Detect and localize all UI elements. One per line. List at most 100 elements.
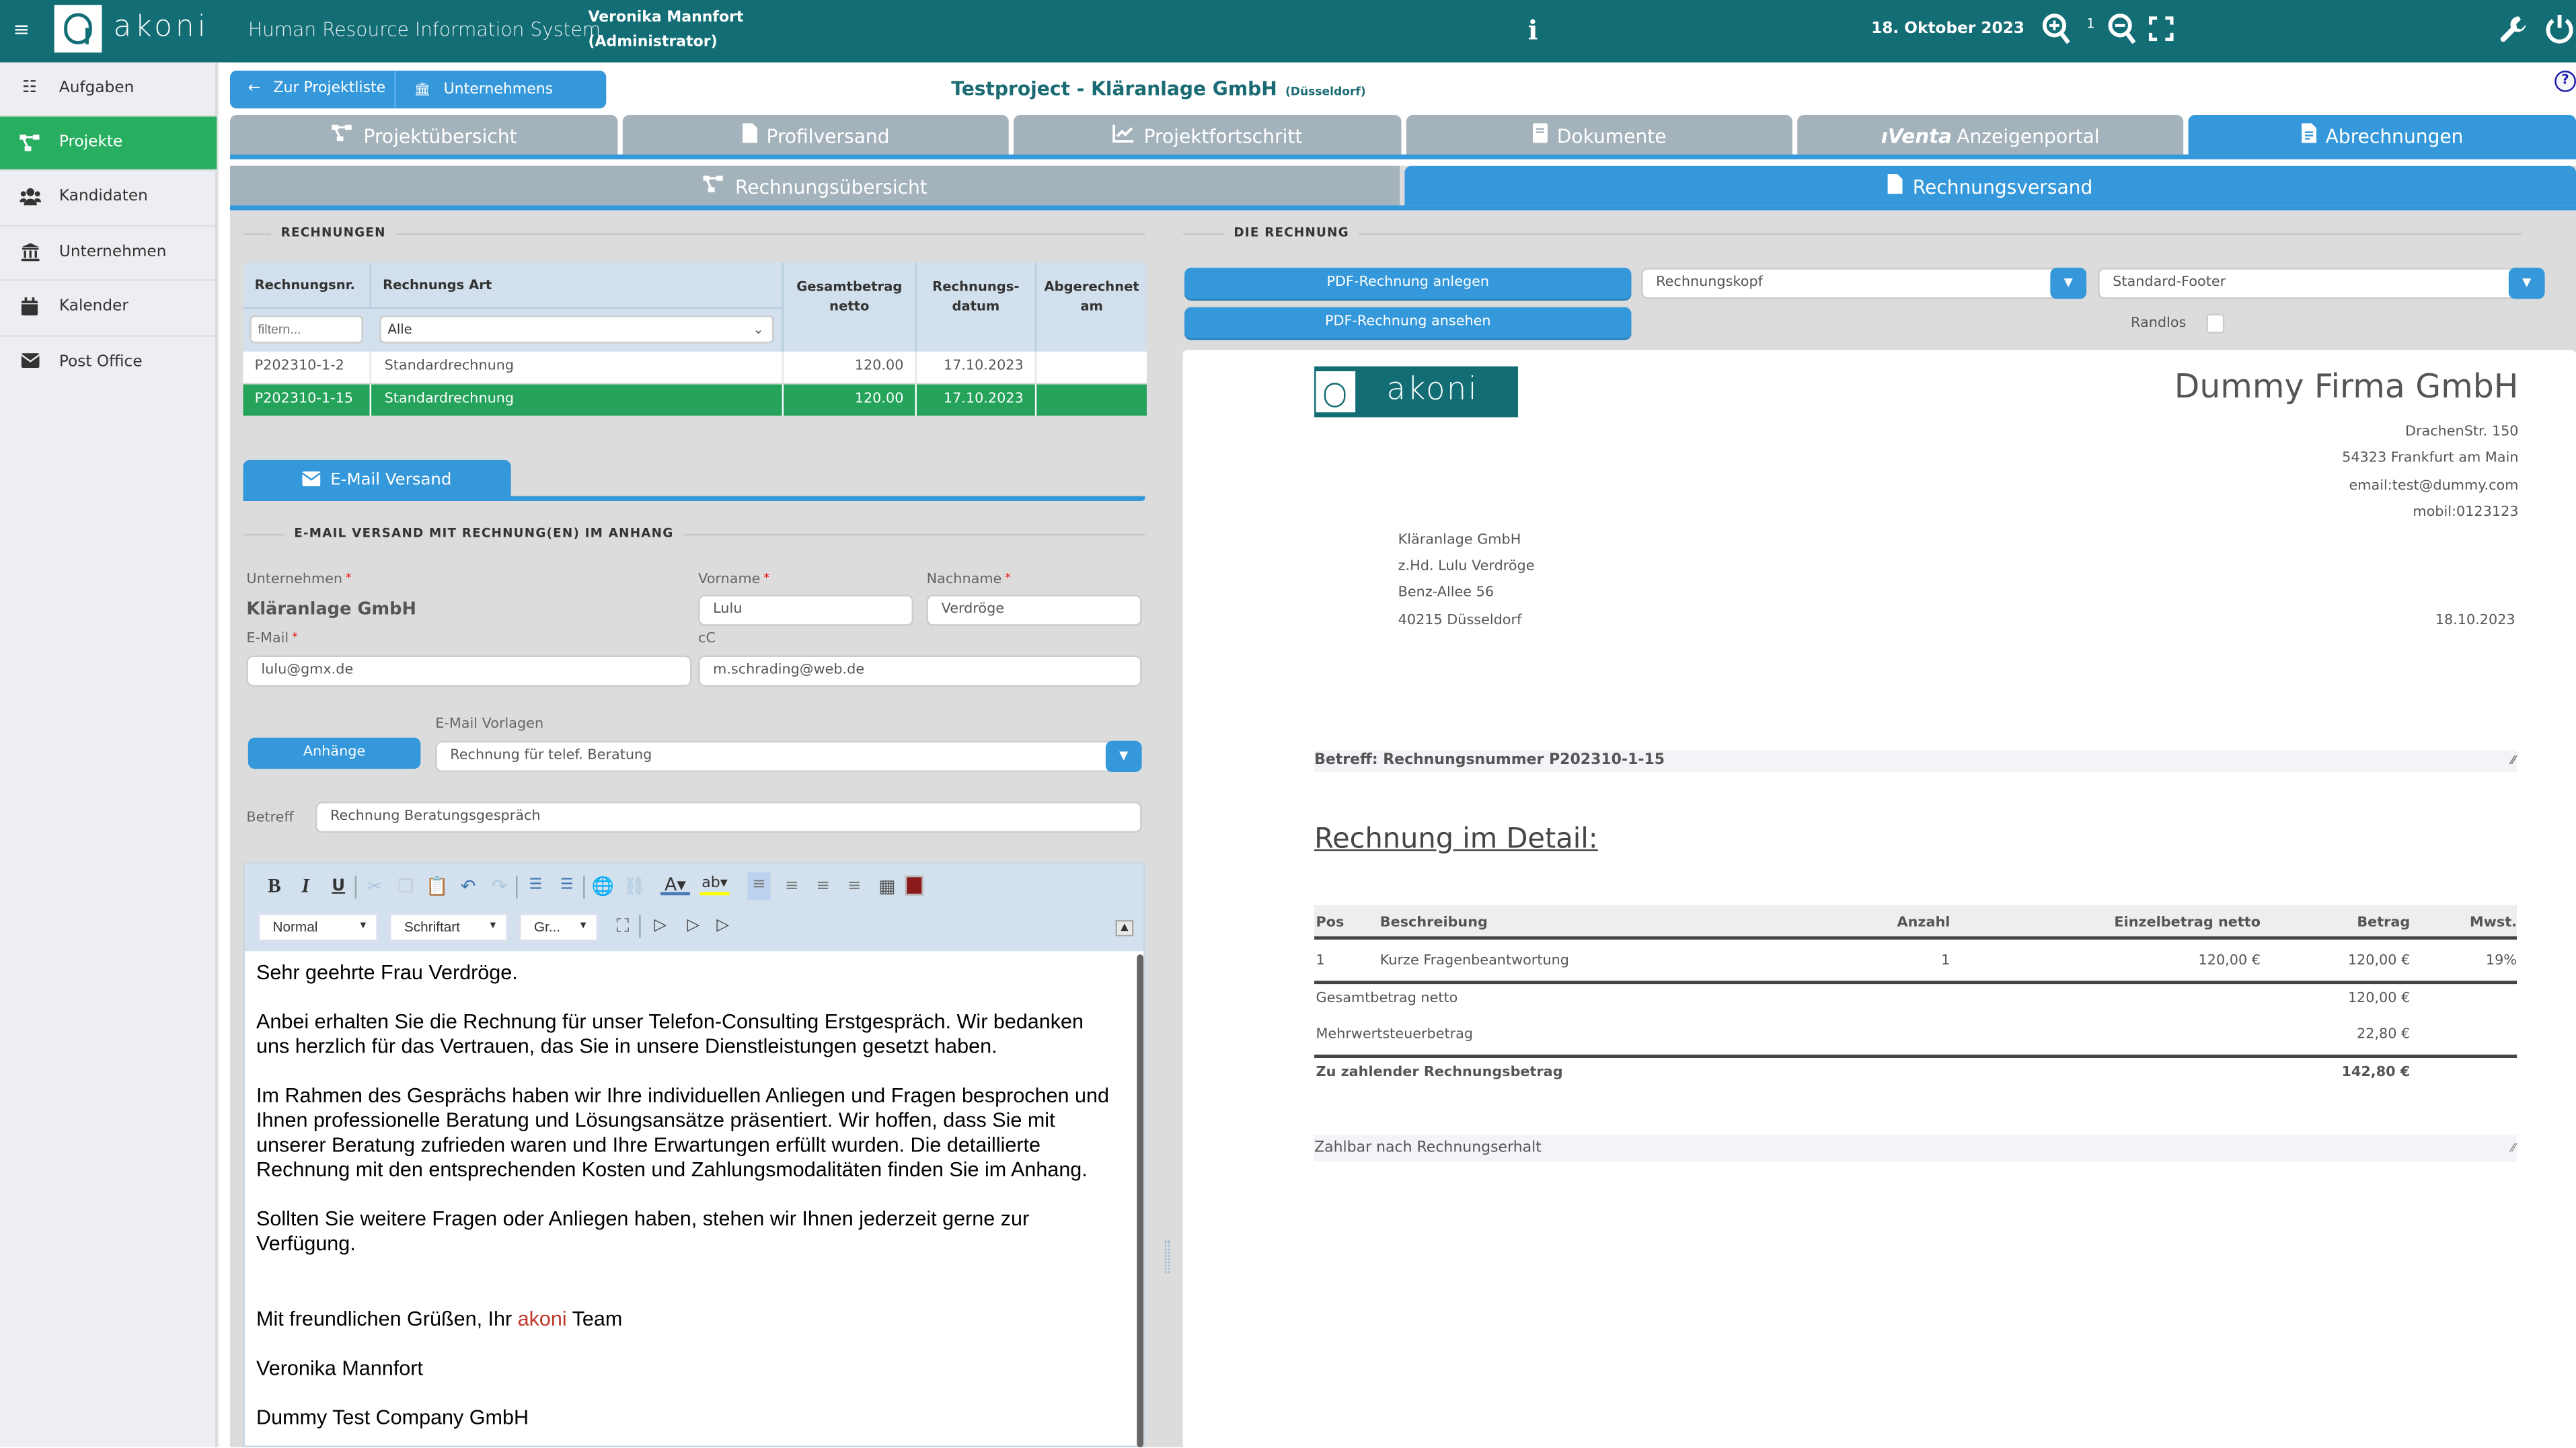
tab-abrechnungen[interactable]: Abrechnungen — [2188, 114, 2576, 155]
panel-splitter[interactable] — [1161, 212, 1183, 1447]
invoice-icon — [2301, 116, 2316, 159]
size-combo[interactable]: Gr... ▼ — [519, 913, 599, 942]
tab-projektfortschritt[interactable]: Projektfortschritt — [1014, 114, 1402, 155]
footer-template-select[interactable]: Standard-Footer ▼ — [2098, 268, 2545, 299]
subject-input[interactable]: Rechnung Beratungsgespräch — [315, 801, 1142, 833]
resize-handle-icon[interactable]: ⁄⁄ — [2511, 1135, 2515, 1161]
col-header-gesamtbetrag[interactable]: Gesamtbetrag netto — [784, 262, 917, 352]
zoom-out-icon[interactable] — [2108, 13, 2137, 46]
firstname-input[interactable]: Lulu — [698, 595, 914, 626]
show-blocks-icon[interactable]: ▷ — [712, 913, 734, 938]
tab-profilversand[interactable]: Profilversand — [622, 114, 1009, 155]
item-desc: Kurze Fragenbeantwortung — [1379, 952, 1569, 970]
invoice-type-filter[interactable]: Alle ⌄ — [379, 315, 774, 344]
maximize-icon[interactable]: ⛶ — [611, 913, 634, 938]
email-paragraph: Sollten Sie weitere Fragen oder Anliegen… — [256, 1207, 1030, 1256]
blocks-icon[interactable]: ▷ — [682, 913, 705, 938]
template-select[interactable]: Rechnung für telef. Beratung ▼ — [435, 740, 1142, 773]
cell-art: Standardrechnung — [371, 384, 784, 416]
text-color-icon[interactable]: A▾ — [660, 874, 690, 896]
col-header-abgerechnet[interactable]: Abgerechnet am — [1036, 262, 1147, 352]
fullscreen-icon[interactable] — [2148, 16, 2174, 42]
align-right-icon[interactable]: ≡ — [812, 874, 835, 899]
sidebar-item-post-office[interactable]: Post Office — [0, 337, 217, 393]
view-pdf-button[interactable]: PDF-Rechnung ansehen — [1184, 307, 1632, 339]
highlight-color-icon[interactable]: ab▾ — [699, 874, 730, 896]
resize-handle-icon[interactable]: ⁄⁄ — [2511, 751, 2515, 772]
invoice-subject-field[interactable]: Betreff: Rechnungsnummer P202310-1-15 ⁄⁄ — [1314, 751, 2517, 773]
col-pos: Pos — [1316, 915, 1344, 931]
editor-body[interactable]: Sehr geehrte Frau Verdröge. Anbei erhalt… — [245, 951, 1132, 1447]
wrench-icon[interactable] — [2499, 15, 2528, 44]
cell-datum: 17.10.2023 — [916, 384, 1037, 416]
splitter-grip-icon[interactable] — [1164, 1240, 1170, 1274]
payment-terms-field[interactable]: Zahlbar nach Rechnungserhalt ⁄⁄ — [1314, 1135, 2517, 1161]
outdent-icon[interactable]: ▷ — [649, 913, 672, 938]
col-header-nr[interactable]: Rechnungsnr. — [243, 262, 372, 307]
tab-anzeigenportal[interactable]: ıVenta Anzeigenportal — [1797, 114, 2184, 155]
email-versand-tab[interactable]: E-Mail Versand — [243, 459, 511, 500]
align-center-icon[interactable]: ≡ — [780, 874, 803, 899]
format-combo[interactable]: Normal ▼ — [258, 913, 378, 942]
type-filter-value: Alle — [387, 321, 412, 337]
redo-icon[interactable]: ↷ — [488, 874, 510, 899]
tab-projektuebersicht[interactable]: Projektübersicht — [229, 114, 618, 155]
align-justify-icon[interactable]: ≡ — [843, 874, 866, 899]
paste-icon[interactable]: 📋 — [426, 874, 449, 899]
sidebar-item-unternehmen[interactable]: Unternehmen — [0, 227, 217, 281]
image-icon[interactable] — [905, 875, 923, 896]
users-icon — [20, 187, 42, 206]
cut-icon[interactable]: ✂ — [363, 874, 386, 899]
bulleted-list-icon[interactable]: ☰ — [556, 874, 578, 899]
copy-icon[interactable]: ❐ — [394, 874, 417, 899]
lastname-input[interactable]: Verdröge — [926, 595, 1142, 626]
current-date: 18. Oktober 2023 — [1871, 20, 2024, 38]
sidebar-item-kandidaten[interactable]: Kandidaten — [0, 171, 217, 227]
cc-label: cC — [698, 630, 716, 648]
editor-scrollbar[interactable] — [1137, 954, 1144, 1447]
email-input[interactable]: lulu@gmx.de — [246, 655, 692, 687]
back-to-projects-button[interactable]: ← Zur Projektliste — [230, 71, 396, 109]
power-icon[interactable] — [2545, 13, 2575, 44]
invoice-number-filter[interactable] — [250, 315, 363, 344]
italic-icon[interactable]: I — [294, 874, 317, 899]
undo-icon[interactable]: ↶ — [457, 874, 480, 899]
header-template-select[interactable]: Rechnungskopf ▼ — [1641, 268, 2087, 299]
akoni-logo-mark[interactable] — [54, 5, 102, 53]
collapse-toolbar-button[interactable]: ▲ — [1115, 919, 1134, 937]
underline-icon[interactable]: U — [327, 874, 350, 899]
info-icon[interactable]: i — [1528, 15, 1538, 46]
help-icon[interactable]: ? — [2554, 71, 2576, 92]
company-details-button[interactable]: 🏛 Unternehmens Details — [396, 71, 607, 137]
col-beschreibung: Beschreibung — [1379, 915, 1488, 931]
col-header-datum[interactable]: Rechnungs-datum — [916, 262, 1037, 352]
sidebar: ☷ Aufgaben Projekte Kandidaten Unternehm… — [0, 62, 217, 1447]
tab-dokumente[interactable]: Dokumente — [1406, 114, 1792, 155]
email-legend: E-MAIL VERSAND MIT RECHNUNG(EN) IM ANHAN… — [243, 525, 1145, 542]
hamburger-icon[interactable]: ≡ — [13, 18, 30, 41]
unlink-icon[interactable]: ⛓ — [623, 874, 646, 899]
randlos-checkbox[interactable] — [2206, 313, 2225, 334]
user-role: (Administrator) — [588, 34, 718, 51]
zoom-in-icon[interactable] — [2042, 13, 2072, 46]
align-left-icon[interactable]: ≡ — [747, 872, 771, 901]
font-combo[interactable]: Schriftart ▼ — [389, 913, 508, 942]
editor-toolbar: B I U ✂ ❐ 📋 ↶ ↷ ☰ ☰ 🌐 ⛓ A▾ ab▾ ≡ ≡ ≡ ≡ ▦… — [244, 864, 1144, 952]
table-icon[interactable]: ▦ — [876, 874, 899, 899]
attachments-button[interactable]: Anhänge — [248, 737, 421, 769]
email-company-line: Dummy Test Company GmbH — [256, 1406, 529, 1430]
randlos-label: Randlos — [2131, 315, 2187, 332]
create-pdf-button[interactable]: PDF-Rechnung anlegen — [1184, 268, 1632, 299]
link-icon[interactable]: 🌐 — [591, 874, 614, 899]
subtab-rechnungsuebersicht[interactable]: Rechnungsübersicht — [229, 165, 1400, 206]
bank-icon: 🏛 — [414, 82, 431, 98]
subtab-rechnungsversand[interactable]: Rechnungsversand — [1404, 165, 2576, 206]
book-icon — [1532, 116, 1548, 159]
sidebar-item-aufgaben[interactable]: ☷ Aufgaben — [0, 63, 217, 117]
numbered-list-icon[interactable]: ☰ — [524, 874, 547, 899]
sidebar-item-kalender[interactable]: Kalender — [0, 281, 217, 337]
bold-icon[interactable]: B — [263, 874, 286, 899]
col-header-art[interactable]: Rechnungs Art — [371, 262, 784, 307]
sidebar-item-projekte[interactable]: Projekte — [0, 116, 217, 172]
cc-input[interactable]: m.schrading@web.de — [698, 655, 1142, 687]
